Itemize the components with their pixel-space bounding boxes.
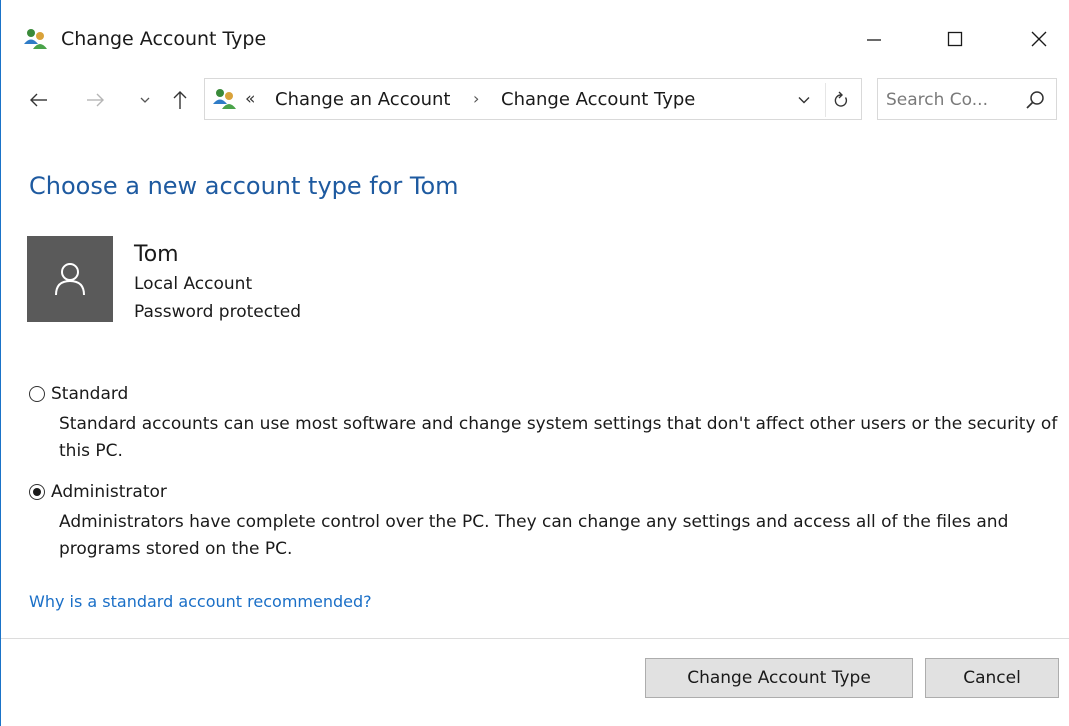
minimize-button[interactable] xyxy=(846,14,902,64)
breadcrumb-separator: › xyxy=(473,89,480,108)
close-button[interactable] xyxy=(1011,14,1067,64)
chevron-down-icon xyxy=(140,97,150,103)
users-icon xyxy=(212,87,238,111)
users-icon xyxy=(23,27,49,51)
arrow-left-icon xyxy=(30,93,47,107)
standard-description: Standard accounts can use most software … xyxy=(59,414,1058,461)
minimize-icon xyxy=(867,39,881,41)
breadcrumb-change-an-account[interactable]: Change an Account xyxy=(275,89,450,110)
radio-administrator[interactable]: Administrator xyxy=(29,482,167,502)
navigation-bar: « Change an Account › Change Account Typ… xyxy=(1,78,1069,122)
window-title: Change Account Type xyxy=(61,28,267,50)
close-icon xyxy=(1031,31,1047,47)
window: Change Account Type « Change an Account … xyxy=(0,0,1069,726)
search-input[interactable] xyxy=(884,85,1018,115)
forward-button[interactable] xyxy=(81,82,109,118)
avatar xyxy=(27,236,113,322)
radio-standard-circle[interactable] xyxy=(29,386,45,402)
help-link[interactable]: Why is a standard account recommended? xyxy=(29,592,372,611)
refresh-button[interactable] xyxy=(825,83,856,117)
radio-standard[interactable]: Standard xyxy=(29,384,128,404)
back-button[interactable] xyxy=(25,82,53,118)
administrator-description: Administrators have complete control ove… xyxy=(59,512,1009,559)
breadcrumb-change-account-type[interactable]: Change Account Type xyxy=(501,89,695,110)
user-icon xyxy=(55,263,85,296)
radio-selected-dot xyxy=(33,488,41,496)
maximize-icon xyxy=(947,31,963,47)
user-password-status: Password protected xyxy=(134,302,302,322)
breadcrumb-overflow[interactable]: « xyxy=(245,89,255,109)
page-title: Choose a new account type for Tom xyxy=(29,172,459,200)
change-account-type-button[interactable]: Change Account Type xyxy=(645,658,913,698)
address-bar[interactable]: « Change an Account › Change Account Typ… xyxy=(204,78,862,120)
user-name: Tom xyxy=(134,242,179,267)
recent-locations-button[interactable] xyxy=(131,82,159,118)
search-icon[interactable] xyxy=(1024,89,1046,111)
search-box[interactable] xyxy=(877,78,1057,120)
radio-standard-label[interactable]: Standard xyxy=(51,384,128,404)
user-account-type: Local Account xyxy=(134,274,253,294)
footer-divider xyxy=(1,638,1069,639)
radio-administrator-label[interactable]: Administrator xyxy=(51,482,167,502)
radio-administrator-circle[interactable] xyxy=(29,484,45,500)
refresh-icon xyxy=(834,91,848,107)
chevron-down-icon xyxy=(798,97,810,104)
cancel-button[interactable]: Cancel xyxy=(925,658,1059,698)
title-bar: Change Account Type xyxy=(1,0,1069,78)
maximize-button[interactable] xyxy=(927,14,983,64)
arrow-right-icon xyxy=(87,93,104,107)
arrow-up-icon xyxy=(173,91,187,109)
up-button[interactable] xyxy=(166,82,194,118)
address-dropdown-button[interactable] xyxy=(791,83,817,117)
